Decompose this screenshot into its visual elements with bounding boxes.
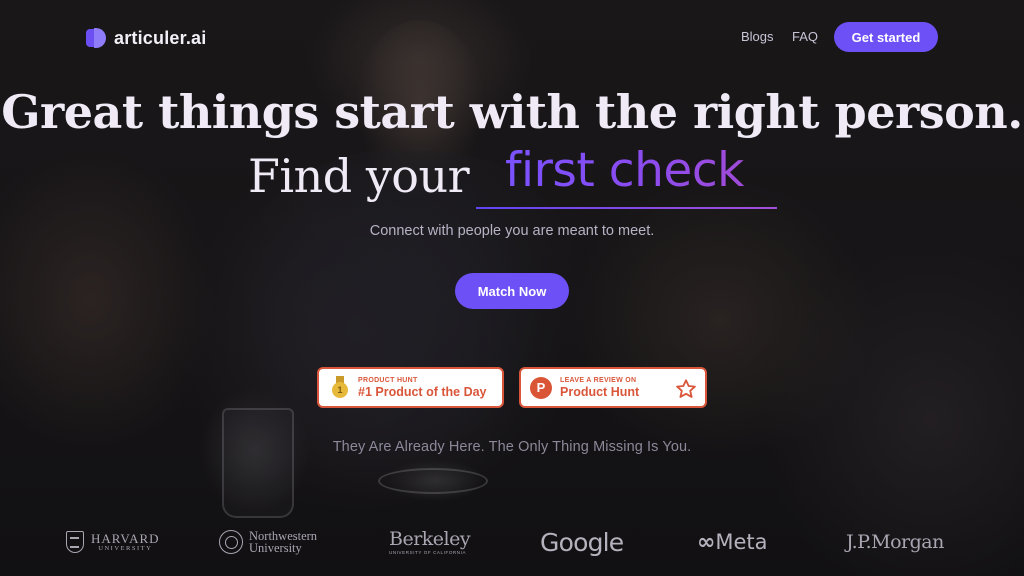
nav-faq-link[interactable]: FAQ	[792, 29, 818, 44]
badge-caption: PRODUCT HUNT	[358, 376, 418, 384]
product-hunt-badge-product-of-day[interactable]: 1 PRODUCT HUNT #1 Product of the Day	[317, 367, 504, 408]
badge-title: #1 Product of the Day	[358, 384, 487, 399]
berkeley-logo: Berkeley UNIVERSITY OF CALIFORNIA	[389, 520, 471, 564]
highlight-underline	[476, 207, 777, 209]
hero-highlight-text: first check	[505, 140, 744, 202]
gold-medal-icon: 1	[332, 375, 348, 400]
meta-infinity-icon: ∞	[697, 529, 715, 555]
google-logo: Google	[540, 527, 624, 557]
medal-number: 1	[332, 381, 348, 398]
brand-logo-icon	[86, 28, 106, 48]
northwestern-seal-icon	[219, 530, 243, 554]
product-hunt-review-badge[interactable]: P LEAVE A REVIEW ON Product Hunt	[519, 367, 707, 408]
product-hunt-logo-icon: P	[530, 376, 552, 399]
background-saucer	[378, 468, 488, 494]
brand-name: articuler.ai	[114, 27, 207, 48]
match-now-button[interactable]: Match Now	[455, 273, 569, 309]
social-proof-tagline: They Are Already Here. The Only Thing Mi…	[332, 439, 692, 455]
badge-title: Product Hunt	[560, 384, 640, 399]
meta-logo: ∞ Meta	[697, 520, 767, 564]
berkeley-sub: UNIVERSITY OF CALIFORNIA	[389, 550, 467, 555]
meta-name: Meta	[715, 530, 768, 554]
harvard-name: HARVARD	[91, 530, 160, 546]
berkeley-name: Berkeley	[389, 528, 471, 550]
nav-blogs-link[interactable]: Blogs	[741, 29, 774, 44]
brand-logo-link[interactable]: articuler.ai	[86, 26, 206, 50]
get-started-button[interactable]: Get started	[834, 22, 938, 52]
top-navbar: articuler.ai Blogs FAQ Get started	[0, 0, 1024, 74]
northwestern-logo: Northwestern University	[219, 520, 317, 564]
harvard-logo: HARVARD UNIVERSITY	[66, 520, 160, 564]
harvard-sub: UNIVERSITY	[98, 544, 153, 552]
hero-headline: Great things start with the right person…	[1, 85, 1023, 139]
harvard-shield-icon	[66, 531, 84, 553]
background-glass	[222, 408, 294, 518]
badge-caption: LEAVE A REVIEW ON	[560, 376, 637, 384]
hero-subheading: Connect with people you are meant to mee…	[369, 223, 655, 239]
jpmorgan-logo: J.P.Morgan	[846, 531, 944, 553]
hero-line2-prefix: Find your	[248, 149, 470, 203]
partner-logos-row: HARVARD UNIVERSITY Northwestern Universi…	[0, 520, 1024, 564]
star-outline-icon	[676, 379, 696, 398]
northwestern-line2: University	[249, 541, 302, 555]
